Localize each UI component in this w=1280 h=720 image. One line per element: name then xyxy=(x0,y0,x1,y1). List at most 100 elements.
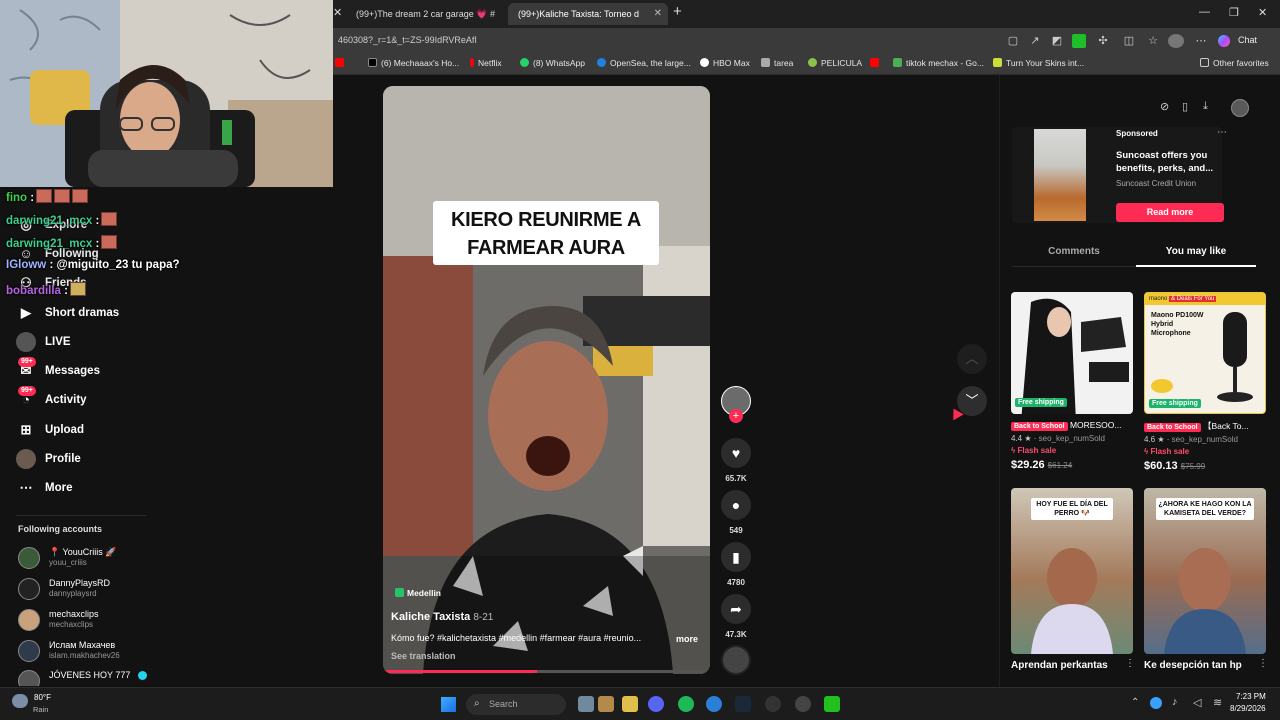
app-icon[interactable] xyxy=(795,696,811,712)
author-name[interactable]: Kaliche Taxista 8-21 xyxy=(391,611,493,623)
steam-icon[interactable] xyxy=(735,696,751,712)
taskbar-search[interactable]: ⌕ Search xyxy=(466,694,566,715)
sidebar-item-messages[interactable]: ✉ 99+ Messages xyxy=(16,356,100,383)
previous-video-button[interactable]: ︿ xyxy=(957,344,987,374)
avatar xyxy=(18,609,40,631)
volume-icon[interactable]: ◁ xyxy=(1193,696,1201,709)
url-text[interactable]: 460308?_r=1&_t=ZS-99IdRVReAfI xyxy=(338,35,477,45)
sidebar-item-more[interactable]: ⋯ More xyxy=(16,476,73,500)
clock-time[interactable]: 7:23 PM xyxy=(1236,692,1266,701)
free-shipping-badge: Free shipping xyxy=(1149,399,1201,408)
bookmark-other-favorites[interactable]: Other favorites xyxy=(1200,58,1269,68)
video-card[interactable]: ¿AHORA KE HAGO KON LA KAMISETA DEL VERDE… xyxy=(1144,488,1268,671)
product-banner: maono & Deals For You xyxy=(1145,293,1265,305)
task-view-icon[interactable] xyxy=(578,696,594,712)
location-tag[interactable]: Medellin xyxy=(395,588,441,598)
bookmark-hbo[interactable]: HBO Max xyxy=(700,58,750,68)
sidebar-item-short-dramas[interactable]: ▶ Short dramas xyxy=(16,301,119,325)
progress-track[interactable] xyxy=(383,670,710,673)
bookmark-tiktok-mechax[interactable]: tiktok mechax - Go... xyxy=(893,58,984,68)
windows-start-icon[interactable] xyxy=(441,697,456,712)
bookmark-netflix[interactable]: Netflix xyxy=(470,58,502,68)
webcam-overlay xyxy=(0,0,333,187)
tab-kaliche[interactable]: (99+)Kaliche Taxista: Torneo d ✕ xyxy=(508,3,668,25)
bookmark-x[interactable]: (6) Mechaaax's Ho... xyxy=(368,58,459,68)
discord-icon[interactable] xyxy=(648,696,664,712)
account-dannyplaysrd[interactable]: DannyPlaysRD dannyplaysrd xyxy=(18,576,218,604)
bookmark-youtube-2[interactable] xyxy=(870,58,883,68)
tab-garage[interactable]: (99+)The dream 2 car garage 💗 # xyxy=(346,3,506,25)
edge-icon[interactable] xyxy=(706,696,722,712)
minimize-icon[interactable]: — xyxy=(1199,6,1210,18)
copilot-icon[interactable] xyxy=(1218,35,1230,47)
close-window-icon[interactable]: ✕ xyxy=(1258,6,1267,19)
app-icon[interactable] xyxy=(598,696,614,712)
avatar[interactable] xyxy=(1231,99,1249,117)
discover-icon[interactable]: ⊘ xyxy=(1160,100,1169,113)
more-options-icon[interactable]: ⋯ xyxy=(1217,127,1227,138)
chevron-up-icon[interactable]: ⌃ xyxy=(1131,697,1139,708)
author-avatar-button[interactable]: + xyxy=(721,386,751,423)
sidebar-item-profile[interactable]: Profile xyxy=(16,447,81,471)
microphone-icon[interactable]: ♪ xyxy=(1172,696,1178,708)
extension-green-icon[interactable] xyxy=(1072,34,1086,48)
file-explorer-icon[interactable] xyxy=(622,696,638,712)
read-more-button[interactable]: Read more xyxy=(1116,203,1224,222)
split-screen-icon[interactable]: ◫ xyxy=(1122,34,1136,48)
account-jovenes-hoy[interactable]: JÓVENES HOY 777 xyxy=(18,668,218,686)
download-icon[interactable]: ⤓ xyxy=(1203,100,1208,113)
mobile-icon[interactable]: ▯ xyxy=(1182,100,1188,113)
puzzle-icon[interactable]: ✣ xyxy=(1096,34,1110,48)
tab-you-may-like[interactable]: You may like xyxy=(1136,246,1256,267)
share-icon[interactable]: ↗ xyxy=(1028,34,1042,48)
maximize-icon[interactable]: ❐ xyxy=(1229,6,1239,19)
account-mechaxclips[interactable]: mechaxclips mechaxclips xyxy=(18,607,218,635)
favorites-icon[interactable]: ☆ xyxy=(1146,34,1160,48)
obs-icon[interactable] xyxy=(765,696,781,712)
chat-label[interactable]: Chat xyxy=(1238,35,1257,45)
bookmark-youtube[interactable] xyxy=(335,58,348,68)
sidebar-item-upload[interactable]: ⊞ Upload xyxy=(16,418,84,442)
emote-icon xyxy=(72,189,89,203)
bookmark-pelicula[interactable]: PELICULA xyxy=(808,58,862,68)
video-card[interactable]: HOY FUE EL DÍA DEL PERRO 🐶 Aprendan perk… xyxy=(1011,488,1135,671)
see-translation-link[interactable]: See translation xyxy=(391,651,456,661)
bookmark-opensea[interactable]: OpenSea, the large... xyxy=(597,58,691,68)
like-button[interactable]: ♥ 65.7K xyxy=(721,438,751,483)
product-card[interactable]: Free shipping Back to School MORESOO... … xyxy=(1011,292,1133,471)
upload-icon: ⊞ xyxy=(20,421,32,437)
bookmark-skins[interactable]: Turn Your Skins int... xyxy=(993,58,1084,68)
share-button[interactable]: ➦ 47.3K xyxy=(721,594,751,639)
sponsored-card[interactable]: Sponsored ⋯ Suncoast offers you benefits… xyxy=(1012,127,1227,223)
tray-icon[interactable] xyxy=(1150,697,1162,709)
weather-icon[interactable] xyxy=(12,694,28,708)
clock-date[interactable]: 8/29/2026 xyxy=(1230,704,1266,713)
app-icon[interactable]: ▢ xyxy=(1006,34,1020,48)
sidebar-item-activity[interactable]: ◔ 99+ Activity xyxy=(16,385,87,412)
save-button[interactable]: ▮ 4780 xyxy=(721,542,751,587)
music-disc-button[interactable] xyxy=(721,645,751,675)
menu-icon[interactable]: ⋯ xyxy=(1194,34,1208,48)
bookmark-tarea[interactable]: tarea xyxy=(761,58,793,68)
follow-plus-icon[interactable]: + xyxy=(729,409,743,423)
close-tab-icon[interactable]: ✕ xyxy=(333,6,342,19)
close-icon[interactable]: ✕ xyxy=(654,3,662,25)
account-islam-makhachev[interactable]: Ислам Махачев islam.makhachev26 xyxy=(18,638,218,666)
more-options-icon[interactable]: ⋮ xyxy=(1125,658,1135,669)
bookmark-whatsapp[interactable]: (8) WhatsApp xyxy=(520,58,585,68)
wifi-icon[interactable]: ≋ xyxy=(1213,696,1222,709)
comment-button[interactable]: ● 549 xyxy=(721,490,751,535)
weather-desc: Rain xyxy=(33,705,49,714)
avatar[interactable] xyxy=(1168,34,1184,48)
new-tab-icon[interactable]: + xyxy=(673,3,682,20)
extension-icon[interactable]: ◩ xyxy=(1050,34,1064,48)
more-button[interactable]: more xyxy=(676,634,698,644)
app-green-icon[interactable] xyxy=(824,696,840,712)
spotify-icon[interactable] xyxy=(678,696,694,712)
tab-comments[interactable]: Comments xyxy=(1012,246,1136,257)
product-card[interactable]: maono & Deals For You Maono PD100W Hybri… xyxy=(1144,292,1266,472)
more-options-icon[interactable]: ⋮ xyxy=(1258,658,1268,669)
account-youucriiis[interactable]: 📍 YouuCriiis 🚀 youu_criiis xyxy=(18,545,218,573)
video-player[interactable]: KIERO REUNIRME A FARMEAR AURA Medellin K… xyxy=(383,86,710,674)
sidebar-item-live[interactable]: LIVE xyxy=(16,330,71,354)
